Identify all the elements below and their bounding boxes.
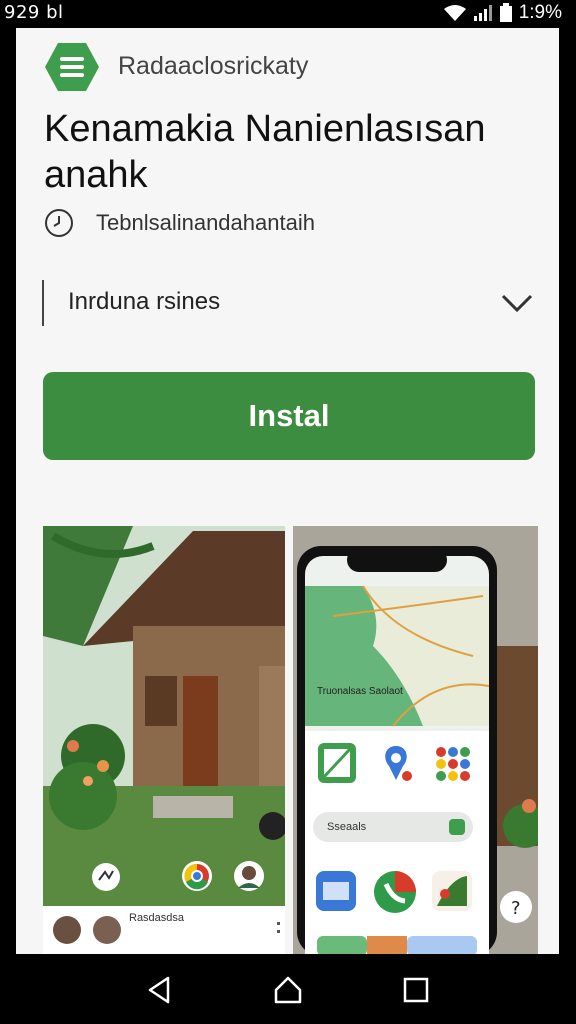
apps-icon[interactable] [433, 744, 473, 784]
chevron-down-icon[interactable] [500, 290, 534, 316]
subtitle-row: Tebnlsalinandahantaih [44, 208, 315, 238]
help-icon[interactable]: ? [499, 890, 533, 924]
map-label: Truonalsas Saolaot [317, 686, 403, 697]
screenshot-1[interactable]: Rasdasdsa [43, 526, 285, 954]
app-details-page: Radaaclosrickaty Kenamakia Nanienlasısan… [16, 28, 559, 954]
home-icon[interactable] [270, 972, 306, 1008]
dock-icons [317, 936, 477, 954]
install-button[interactable]: Instal [43, 372, 535, 460]
battery-icon [499, 3, 512, 22]
back-icon[interactable] [142, 972, 178, 1008]
gallery-icon[interactable] [317, 742, 357, 784]
phone-icon[interactable] [373, 870, 417, 914]
battery-percent: 1:9% [518, 2, 562, 23]
signal-icon [473, 5, 492, 21]
wifi-icon [443, 5, 466, 21]
search-bar[interactable]: Sseaals [313, 812, 473, 842]
dropdown-select[interactable]: Inrduna rsines [42, 280, 536, 326]
clock-icon [45, 209, 73, 237]
photos-icon[interactable] [431, 870, 473, 912]
svg-text:?: ? [511, 898, 521, 919]
app-logo-menu-icon[interactable] [44, 42, 100, 92]
dropdown-cursor [42, 280, 44, 326]
app-title: Kenamakia Nanienlasısan anahk [44, 108, 486, 196]
dropdown-value: Inrduna rsines [68, 288, 221, 315]
files-icon[interactable] [315, 870, 357, 912]
status-icons: 1:9% [443, 0, 562, 26]
screenshot-caption: Rasdasdsa [129, 912, 185, 924]
share-icon[interactable] [91, 862, 121, 892]
status-time: 929 bl [4, 2, 64, 23]
mic-icon[interactable] [449, 819, 465, 835]
maps-icon[interactable] [379, 744, 413, 784]
chrome-icon[interactable] [181, 860, 213, 892]
recents-icon[interactable] [398, 972, 434, 1008]
screenshot-2[interactable]: Truonalsas Saolaot Sseaals ? [293, 526, 538, 954]
navigation-bar [0, 954, 576, 1024]
developer-label[interactable]: Radaaclosrickaty [118, 52, 308, 81]
avatar[interactable] [233, 860, 265, 892]
status-bar: 929 bl 1:9% [0, 0, 576, 26]
subtitle-text: Tebnlsalinandahantaih [96, 210, 315, 235]
search-label: Sseaals [327, 821, 367, 833]
